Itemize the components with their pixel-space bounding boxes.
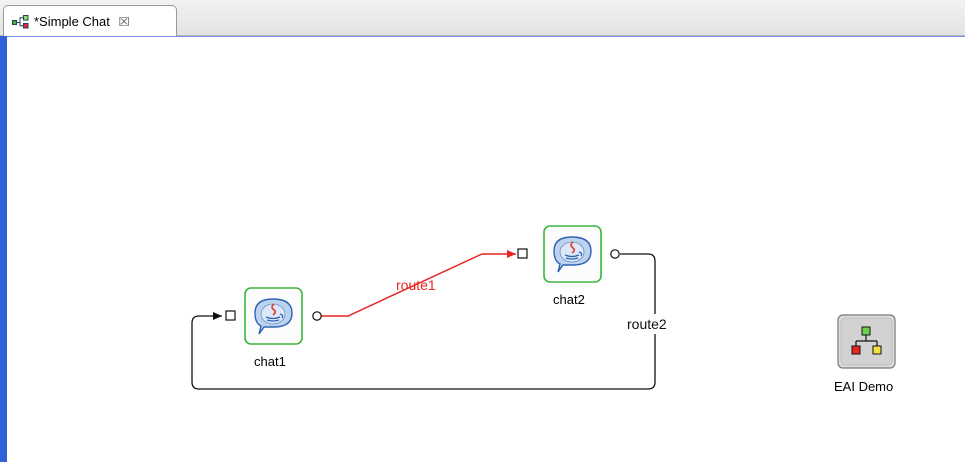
chat1-input-port[interactable] <box>225 310 236 321</box>
chat2-output-port[interactable] <box>610 249 620 259</box>
route-diagram: route1 route2 chat1 chat2 EAI Demo <box>191 225 896 394</box>
chat1-output-port[interactable] <box>312 311 322 321</box>
route1-connection[interactable]: route1 <box>321 250 516 317</box>
chat2-label: chat2 <box>553 292 585 307</box>
chat1-node[interactable]: chat1 <box>225 287 322 369</box>
eai-demo-node[interactable]: EAI Demo <box>834 314 896 394</box>
chat2-input-port[interactable] <box>517 248 528 259</box>
chat2-node[interactable]: chat2 <box>517 225 620 307</box>
chat1-label: chat1 <box>254 354 286 369</box>
eai-demo-label: EAI Demo <box>834 379 893 394</box>
route2-label: route2 <box>627 316 667 332</box>
route1-label: route1 <box>396 277 436 293</box>
